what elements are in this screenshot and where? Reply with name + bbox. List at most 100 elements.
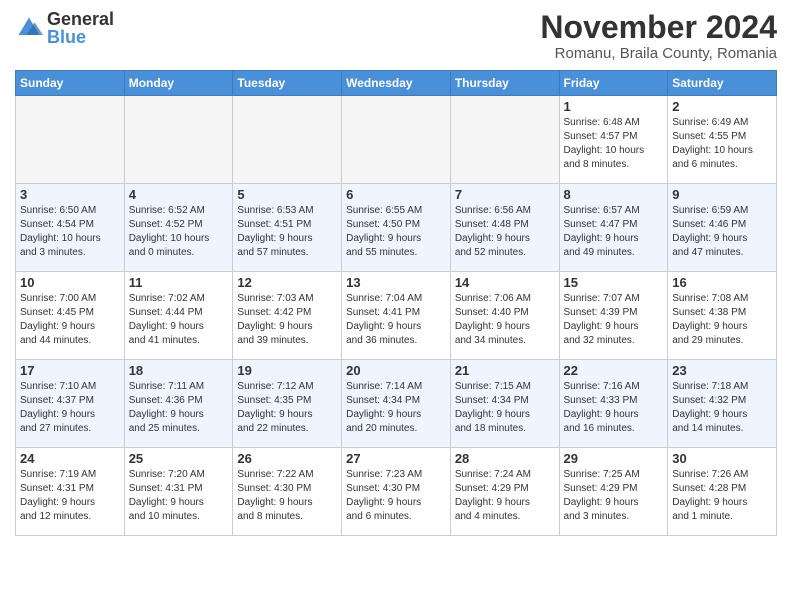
table-row [16, 96, 125, 184]
header-thursday: Thursday [450, 71, 559, 96]
calendar-row: 17 Sunrise: 7:10 AM Sunset: 4:37 PM Dayli… [16, 360, 777, 448]
day-info: Sunrise: 6:52 AM Sunset: 4:52 PM Dayligh… [129, 204, 229, 260]
day-info: Sunrise: 6:53 AM Sunset: 4:51 PM Dayligh… [237, 204, 337, 260]
table-row: 16 Sunrise: 7:08 AM Sunset: 4:38 PM Dayli… [668, 272, 777, 360]
day-info: Sunrise: 7:20 AM Sunset: 4:31 PM Dayligh… [129, 468, 229, 524]
day-info: Sunrise: 7:00 AM Sunset: 4:45 PM Dayligh… [20, 292, 120, 348]
table-row: 1 Sunrise: 6:48 AM Sunset: 4:57 PM Daylig… [559, 96, 668, 184]
logo: General Blue [15, 10, 114, 46]
header-sunday: Sunday [16, 71, 125, 96]
table-row: 21 Sunrise: 7:15 AM Sunset: 4:34 PM Dayli… [450, 360, 559, 448]
header-tuesday: Tuesday [233, 71, 342, 96]
day-number: 9 [672, 187, 772, 202]
day-number: 7 [455, 187, 555, 202]
table-row: 15 Sunrise: 7:07 AM Sunset: 4:39 PM Dayli… [559, 272, 668, 360]
table-row: 9 Sunrise: 6:59 AM Sunset: 4:46 PM Daylig… [668, 184, 777, 272]
day-number: 15 [564, 275, 664, 290]
day-info: Sunrise: 7:18 AM Sunset: 4:32 PM Dayligh… [672, 380, 772, 436]
table-row: 26 Sunrise: 7:22 AM Sunset: 4:30 PM Dayli… [233, 448, 342, 536]
page: General Blue November 2024 Romanu, Brail… [0, 0, 792, 612]
day-info: Sunrise: 7:22 AM Sunset: 4:30 PM Dayligh… [237, 468, 337, 524]
calendar-row: 1 Sunrise: 6:48 AM Sunset: 4:57 PM Daylig… [16, 96, 777, 184]
table-row: 3Sunrise: 6:50 AM Sunset: 4:54 PM Daylig… [16, 184, 125, 272]
day-number: 27 [346, 451, 446, 466]
table-row: 22 Sunrise: 7:16 AM Sunset: 4:33 PM Dayli… [559, 360, 668, 448]
day-number: 8 [564, 187, 664, 202]
day-info: Sunrise: 7:06 AM Sunset: 4:40 PM Dayligh… [455, 292, 555, 348]
title-area: November 2024 Romanu, Braila County, Rom… [540, 10, 777, 62]
table-row: 10Sunrise: 7:00 AM Sunset: 4:45 PM Dayli… [16, 272, 125, 360]
calendar-row: 10Sunrise: 7:00 AM Sunset: 4:45 PM Dayli… [16, 272, 777, 360]
day-info: Sunrise: 7:08 AM Sunset: 4:38 PM Dayligh… [672, 292, 772, 348]
table-row: 20 Sunrise: 7:14 AM Sunset: 4:34 PM Dayli… [342, 360, 451, 448]
day-info: Sunrise: 7:14 AM Sunset: 4:34 PM Dayligh… [346, 380, 446, 436]
table-row: 6 Sunrise: 6:55 AM Sunset: 4:50 PM Daylig… [342, 184, 451, 272]
month-title: November 2024 [540, 10, 777, 45]
day-info: Sunrise: 7:23 AM Sunset: 4:30 PM Dayligh… [346, 468, 446, 524]
logo-text: General Blue [47, 10, 114, 46]
day-number: 29 [564, 451, 664, 466]
day-info: Sunrise: 6:55 AM Sunset: 4:50 PM Dayligh… [346, 204, 446, 260]
day-number: 16 [672, 275, 772, 290]
day-number: 12 [237, 275, 337, 290]
table-row: 5 Sunrise: 6:53 AM Sunset: 4:51 PM Daylig… [233, 184, 342, 272]
day-info: Sunrise: 7:10 AM Sunset: 4:37 PM Dayligh… [20, 380, 120, 436]
day-info: Sunrise: 6:48 AM Sunset: 4:57 PM Dayligh… [564, 116, 664, 172]
day-info: Sunrise: 7:02 AM Sunset: 4:44 PM Dayligh… [129, 292, 229, 348]
table-row [233, 96, 342, 184]
day-number: 11 [129, 275, 229, 290]
table-row: 13Sunrise: 7:04 AM Sunset: 4:41 PM Dayli… [342, 272, 451, 360]
day-info: Sunrise: 6:59 AM Sunset: 4:46 PM Dayligh… [672, 204, 772, 260]
table-row: 17 Sunrise: 7:10 AM Sunset: 4:37 PM Dayli… [16, 360, 125, 448]
day-info: Sunrise: 7:15 AM Sunset: 4:34 PM Dayligh… [455, 380, 555, 436]
day-number: 25 [129, 451, 229, 466]
day-number: 6 [346, 187, 446, 202]
table-row: 11 Sunrise: 7:02 AM Sunset: 4:44 PM Dayli… [124, 272, 233, 360]
table-row: 8Sunrise: 6:57 AM Sunset: 4:47 PM Daylig… [559, 184, 668, 272]
day-number: 4 [129, 187, 229, 202]
day-number: 19 [237, 363, 337, 378]
day-number: 26 [237, 451, 337, 466]
day-number: 2 [672, 99, 772, 114]
day-number: 18 [129, 363, 229, 378]
logo-general: General [47, 10, 114, 28]
subtitle: Romanu, Braila County, Romania [540, 45, 777, 62]
calendar-table: Sunday Monday Tuesday Wednesday Thursday… [15, 70, 777, 536]
day-number: 20 [346, 363, 446, 378]
day-number: 22 [564, 363, 664, 378]
table-row: 27 Sunrise: 7:23 AM Sunset: 4:30 PM Dayli… [342, 448, 451, 536]
day-number: 21 [455, 363, 555, 378]
day-number: 1 [564, 99, 664, 114]
day-info: Sunrise: 7:12 AM Sunset: 4:35 PM Dayligh… [237, 380, 337, 436]
day-info: Sunrise: 7:19 AM Sunset: 4:31 PM Dayligh… [20, 468, 120, 524]
table-row [342, 96, 451, 184]
day-info: Sunrise: 7:07 AM Sunset: 4:39 PM Dayligh… [564, 292, 664, 348]
day-info: Sunrise: 7:16 AM Sunset: 4:33 PM Dayligh… [564, 380, 664, 436]
table-row: 23 Sunrise: 7:18 AM Sunset: 4:32 PM Dayli… [668, 360, 777, 448]
table-row [124, 96, 233, 184]
day-number: 30 [672, 451, 772, 466]
day-info: Sunrise: 6:50 AM Sunset: 4:54 PM Dayligh… [20, 204, 120, 260]
table-row: 29 Sunrise: 7:25 AM Sunset: 4:29 PM Dayli… [559, 448, 668, 536]
day-number: 14 [455, 275, 555, 290]
day-number: 17 [20, 363, 120, 378]
day-number: 5 [237, 187, 337, 202]
table-row: 19 Sunrise: 7:12 AM Sunset: 4:35 PM Dayli… [233, 360, 342, 448]
day-info: Sunrise: 6:56 AM Sunset: 4:48 PM Dayligh… [455, 204, 555, 260]
table-row: 30 Sunrise: 7:26 AM Sunset: 4:28 PM Dayli… [668, 448, 777, 536]
table-row: 24 Sunrise: 7:19 AM Sunset: 4:31 PM Dayli… [16, 448, 125, 536]
day-number: 24 [20, 451, 120, 466]
day-info: Sunrise: 7:25 AM Sunset: 4:29 PM Dayligh… [564, 468, 664, 524]
day-info: Sunrise: 7:26 AM Sunset: 4:28 PM Dayligh… [672, 468, 772, 524]
day-info: Sunrise: 7:11 AM Sunset: 4:36 PM Dayligh… [129, 380, 229, 436]
day-number: 28 [455, 451, 555, 466]
day-info: Sunrise: 7:03 AM Sunset: 4:42 PM Dayligh… [237, 292, 337, 348]
table-row: 7 Sunrise: 6:56 AM Sunset: 4:48 PM Daylig… [450, 184, 559, 272]
table-row [450, 96, 559, 184]
day-number: 23 [672, 363, 772, 378]
header-friday: Friday [559, 71, 668, 96]
header-saturday: Saturday [668, 71, 777, 96]
table-row: 12 Sunrise: 7:03 AM Sunset: 4:42 PM Dayli… [233, 272, 342, 360]
header-monday: Monday [124, 71, 233, 96]
day-info: Sunrise: 7:24 AM Sunset: 4:29 PM Dayligh… [455, 468, 555, 524]
